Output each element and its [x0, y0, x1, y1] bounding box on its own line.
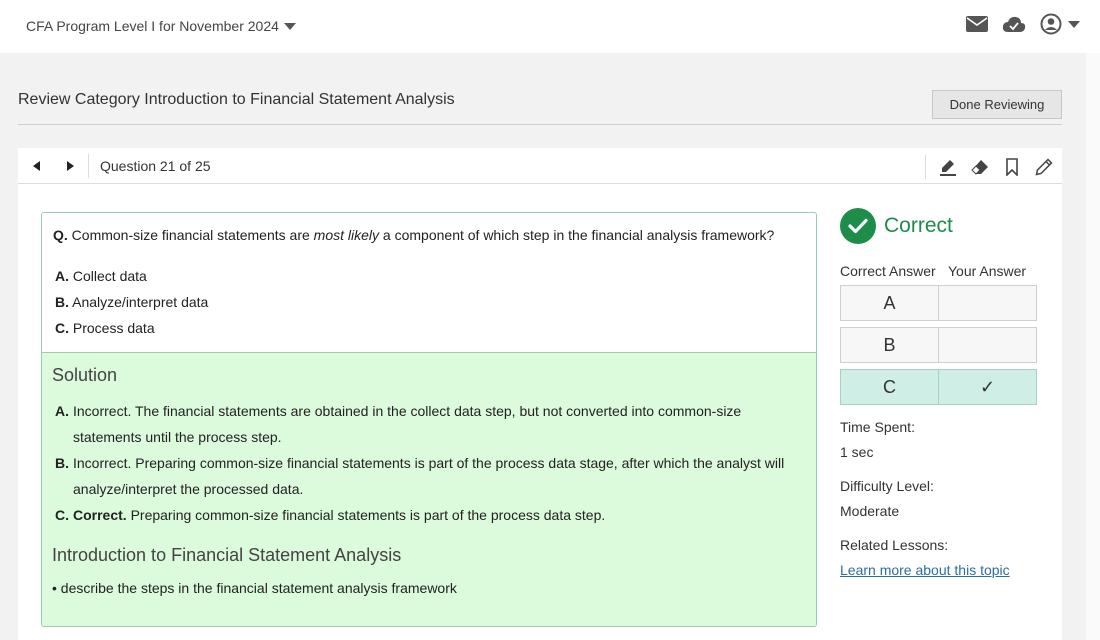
- correct-answer-cell: B: [840, 327, 939, 363]
- question-tools: [925, 155, 1054, 179]
- choice-c: C. Process data: [55, 320, 208, 346]
- top-icons: [966, 13, 1080, 35]
- choice-a: A. Collect data: [55, 268, 208, 294]
- solution-list: A. Incorrect. The financial statements a…: [55, 398, 810, 528]
- choice-b: B. Analyze/interpret data: [55, 294, 208, 320]
- your-answer-label: Your Answer: [948, 263, 1027, 279]
- pencil-icon[interactable]: [1034, 157, 1054, 177]
- result-status-text: Correct: [884, 214, 953, 237]
- question-nav: Question 21 of 25: [18, 148, 1062, 184]
- learning-outcome: • describe the steps in the financial st…: [52, 580, 457, 596]
- time-spent-label: Time Spent:: [840, 419, 915, 435]
- eraser-icon[interactable]: [970, 157, 990, 177]
- solution-text: Correct. Preparing common-size financial…: [73, 502, 810, 528]
- solution-lead: Correct.: [73, 507, 127, 523]
- solution-letter: B.: [55, 455, 69, 471]
- question-prefix: Q.: [53, 227, 68, 243]
- time-spent-value: 1 sec: [840, 444, 874, 460]
- choice-text: Collect data: [72, 268, 147, 284]
- correct-answer-label: Correct Answer: [840, 263, 936, 279]
- question-card: Q. Common-size financial statements are …: [41, 212, 817, 627]
- answer-row: A: [840, 285, 1050, 321]
- done-reviewing-button[interactable]: Done Reviewing: [932, 90, 1062, 119]
- solution-letter: C.: [55, 507, 69, 523]
- answer-table: A B C ✓: [840, 285, 1050, 405]
- correct-answer-cell: C: [840, 369, 939, 405]
- page-title: Review Category Introduction to Financia…: [18, 91, 455, 108]
- bookmark-icon[interactable]: [1002, 157, 1022, 177]
- choice-text: Analyze/interpret data: [72, 294, 209, 310]
- your-answer-cell: [938, 327, 1037, 363]
- solution-item-a: A. Incorrect. The financial statements a…: [55, 398, 810, 450]
- solution-text: Incorrect. Preparing common-size financi…: [73, 455, 785, 497]
- caret-down-icon: [283, 22, 296, 30]
- difficulty-label: Difficulty Level:: [840, 478, 934, 494]
- top-bar: CFA Program Level I for November 2024: [0, 0, 1100, 53]
- highlighter-icon[interactable]: [938, 157, 958, 177]
- question-panel: Question 21 of 25 Q. Common-size financi…: [18, 148, 1062, 640]
- correct-answer-cell: A: [840, 285, 939, 321]
- question-text-emphasis: most likely: [313, 227, 380, 243]
- lesson-heading: Introduction to Financial Statement Anal…: [52, 545, 402, 565]
- arrow-left-icon: [32, 161, 40, 171]
- related-lesson-link[interactable]: Learn more about this topic: [840, 562, 1010, 578]
- solution-text: Incorrect. The financial statements are …: [73, 403, 742, 445]
- next-question-button[interactable]: [62, 158, 78, 174]
- question-text: Q. Common-size financial statements are …: [53, 227, 774, 243]
- cloud-check-icon[interactable]: [1002, 15, 1026, 33]
- related-lessons-label: Related Lessons:: [840, 537, 949, 553]
- question-text-before: Common-size financial statements are: [71, 227, 314, 243]
- solution-item-c: C. Correct. Preparing common-size financ…: [55, 502, 810, 528]
- answer-table-header: Correct Answer Your Answer: [840, 263, 1050, 279]
- question-counter: Question 21 of 25: [100, 158, 211, 174]
- envelope-icon[interactable]: [966, 16, 988, 32]
- difficulty-value: Moderate: [840, 503, 900, 519]
- previous-question-button[interactable]: [28, 158, 44, 174]
- your-answer-cell: ✓: [938, 369, 1037, 405]
- solution-item-b: B. Incorrect. Preparing common-size fina…: [55, 450, 810, 502]
- choice-letter: B.: [55, 294, 69, 310]
- question-text-after: a component of which step in the financi…: [379, 227, 775, 243]
- user-circle-icon: [1040, 13, 1062, 35]
- program-name: CFA Program Level I for November 2024: [26, 18, 279, 34]
- choice-letter: C.: [55, 320, 69, 336]
- page-scrollbar[interactable]: [1086, 53, 1100, 640]
- check-circle-icon: [840, 208, 876, 244]
- divider: [18, 124, 1062, 125]
- arrow-right-icon: [66, 161, 74, 171]
- result-sidebar: Correct Correct Answer Your Answer A B C…: [840, 208, 1050, 580]
- divider: [925, 155, 926, 179]
- user-menu[interactable]: [1040, 13, 1080, 35]
- solution-heading: Solution: [52, 365, 118, 385]
- answer-choices: A. Collect data B. Analyze/interpret dat…: [55, 268, 208, 346]
- solution-section: Solution A. Incorrect. The financial sta…: [42, 352, 816, 626]
- choice-text: Process data: [72, 320, 155, 336]
- solution-body: Preparing common-size financial statemen…: [126, 507, 606, 523]
- your-answer-cell: [938, 285, 1037, 321]
- answer-row: B: [840, 327, 1050, 363]
- solution-letter: A.: [55, 403, 69, 419]
- program-selector[interactable]: CFA Program Level I for November 2024: [26, 18, 296, 34]
- divider: [88, 154, 89, 178]
- result-status: Correct: [840, 208, 1050, 244]
- caret-down-icon: [1068, 20, 1080, 28]
- choice-letter: A.: [55, 268, 69, 284]
- answer-row-selected: C ✓: [840, 369, 1050, 405]
